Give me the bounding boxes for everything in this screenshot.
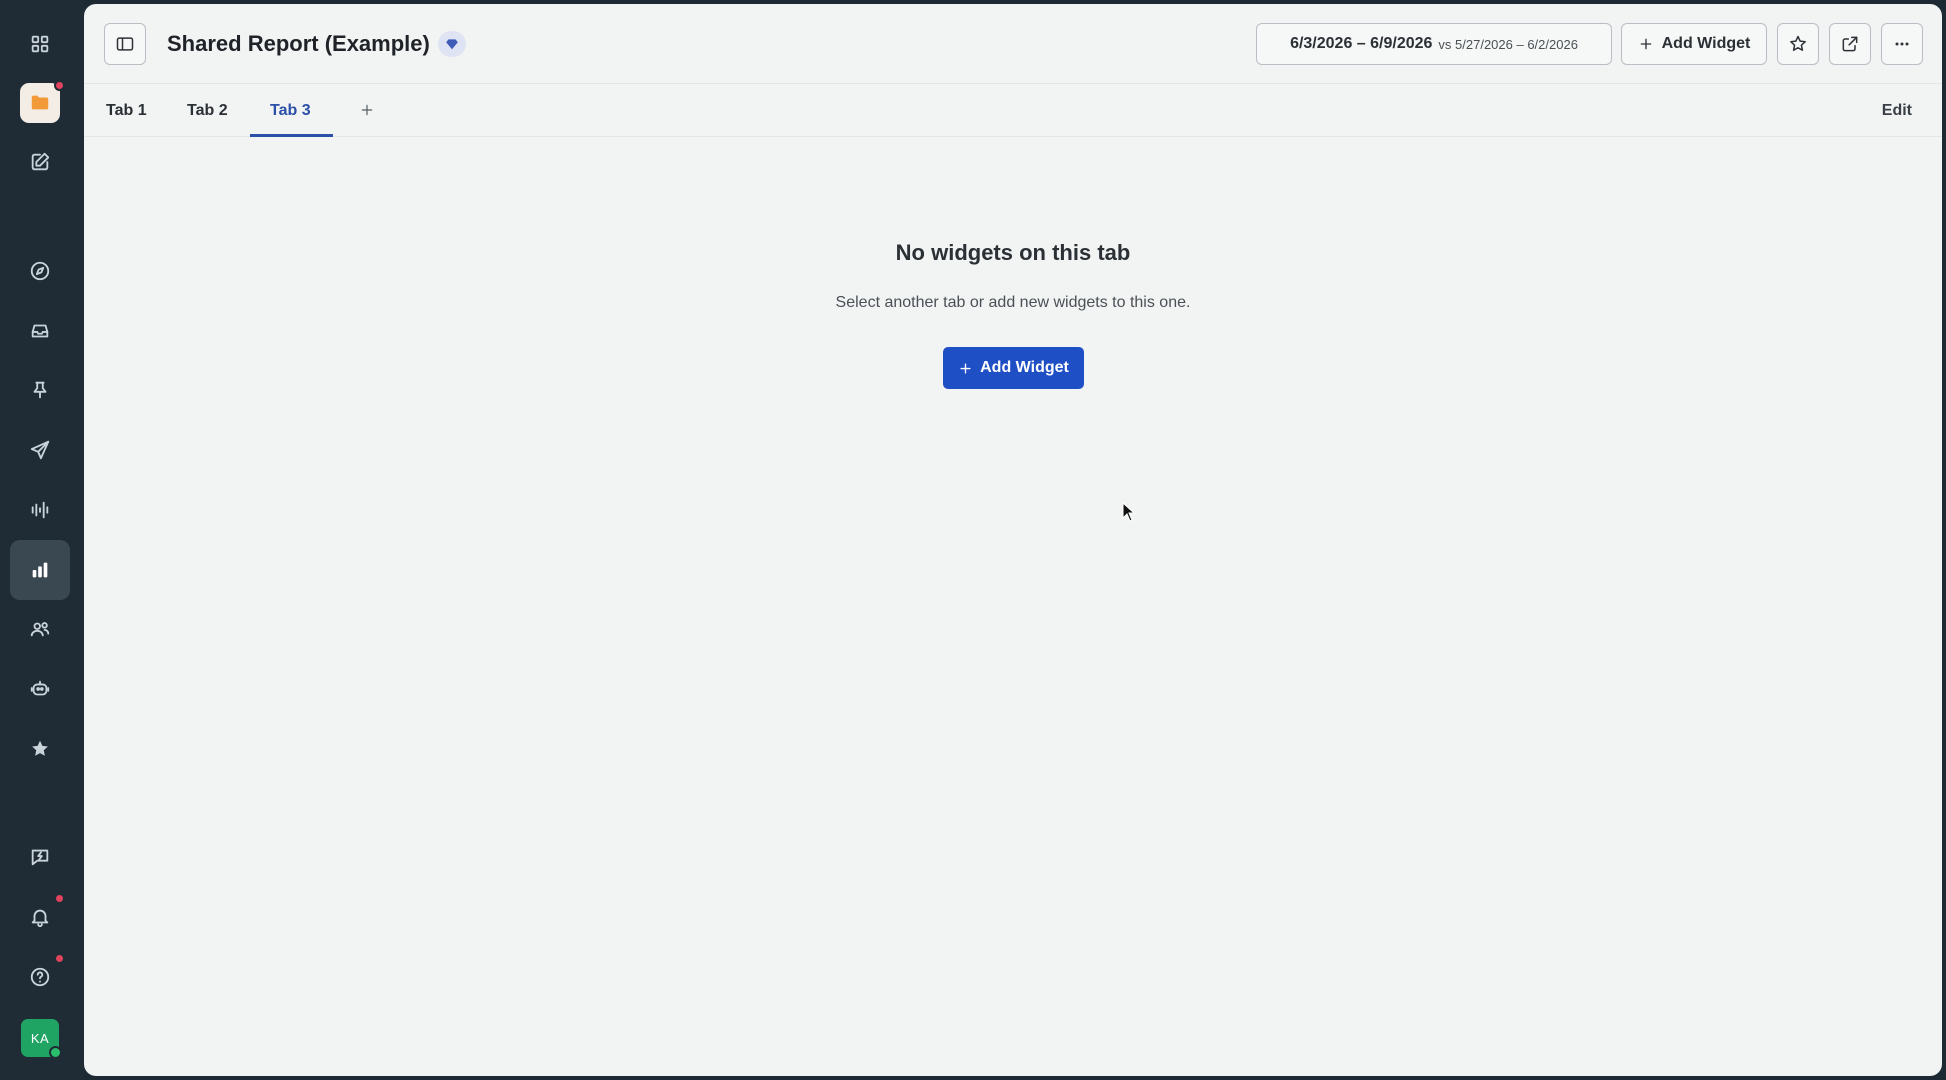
star-icon [1790,35,1806,51]
left-nav-rail: KA [0,0,84,1080]
page-title: Shared Report (Example) [167,31,430,56]
folder-notification-dot [54,80,65,91]
tab-3[interactable]: Tab 3 [270,84,311,137]
sidebar-toggle-button[interactable] [104,23,146,65]
tab-2[interactable]: Tab 2 [187,84,228,137]
empty-state-subtitle: Select another tab or add new widgets to… [835,294,1191,311]
date-range-value: 6/3/2026 – 6/9/2026 [1290,35,1433,52]
star-badge-icon[interactable] [10,719,70,779]
waveform-icon[interactable] [10,480,70,540]
help-notification-dot [54,953,65,964]
report-tabs: Tab 1 Tab 2 Tab 3 Edit [84,84,1942,137]
tab-1[interactable]: Tab 1 [106,84,147,137]
sidebar-panel-icon [116,37,134,51]
add-widget-button[interactable]: Add Widget [1621,23,1767,65]
premium-gem-icon [438,31,466,57]
folder-icon[interactable] [20,83,60,123]
compare-range-value: vs 5/27/2026 – 6/2/2026 [1438,36,1578,52]
edit-tabs-button[interactable]: Edit [1882,84,1912,137]
app-window: KA Shared Report (Example) 6/3/2026 – 6/… [0,0,1946,1080]
share-button[interactable] [1829,23,1871,65]
more-horizontal-icon [1895,42,1909,46]
online-status-indicator [49,1046,62,1059]
plus-icon [960,362,971,374]
send-icon[interactable] [10,420,70,480]
report-panel: Shared Report (Example) 6/3/2026 – 6/9/2… [84,4,1942,1076]
pin-icon[interactable] [10,360,70,420]
active-tab-indicator [250,134,333,137]
plus-icon [1640,38,1651,50]
inbox-icon[interactable] [10,301,70,361]
add-tab-button[interactable] [355,98,379,122]
empty-state-title: No widgets on this tab [895,240,1131,265]
empty-state-add-widget-button[interactable]: Add Widget [943,347,1084,389]
compose-icon[interactable] [10,132,70,192]
contacts-icon[interactable] [10,599,70,659]
mouse-cursor-icon [1122,502,1136,522]
bell-notification-dot [54,893,65,904]
bar-chart-icon[interactable] [10,540,70,600]
bot-icon[interactable] [10,659,70,719]
favorite-button[interactable] [1777,23,1819,65]
date-range-picker[interactable]: 6/3/2026 – 6/9/2026 vs 5/27/2026 – 6/2/2… [1256,23,1612,65]
add-widget-label: Add Widget [1661,35,1751,52]
chat-bolt-icon[interactable] [10,827,70,887]
apps-grid-icon[interactable] [10,14,70,74]
plus-icon [361,104,373,116]
more-options-button[interactable] [1881,23,1923,65]
compass-icon[interactable] [10,241,70,301]
report-header: Shared Report (Example) 6/3/2026 – 6/9/2… [84,4,1942,84]
empty-state-add-widget-label: Add Widget [980,359,1069,376]
external-link-icon [1842,36,1858,52]
